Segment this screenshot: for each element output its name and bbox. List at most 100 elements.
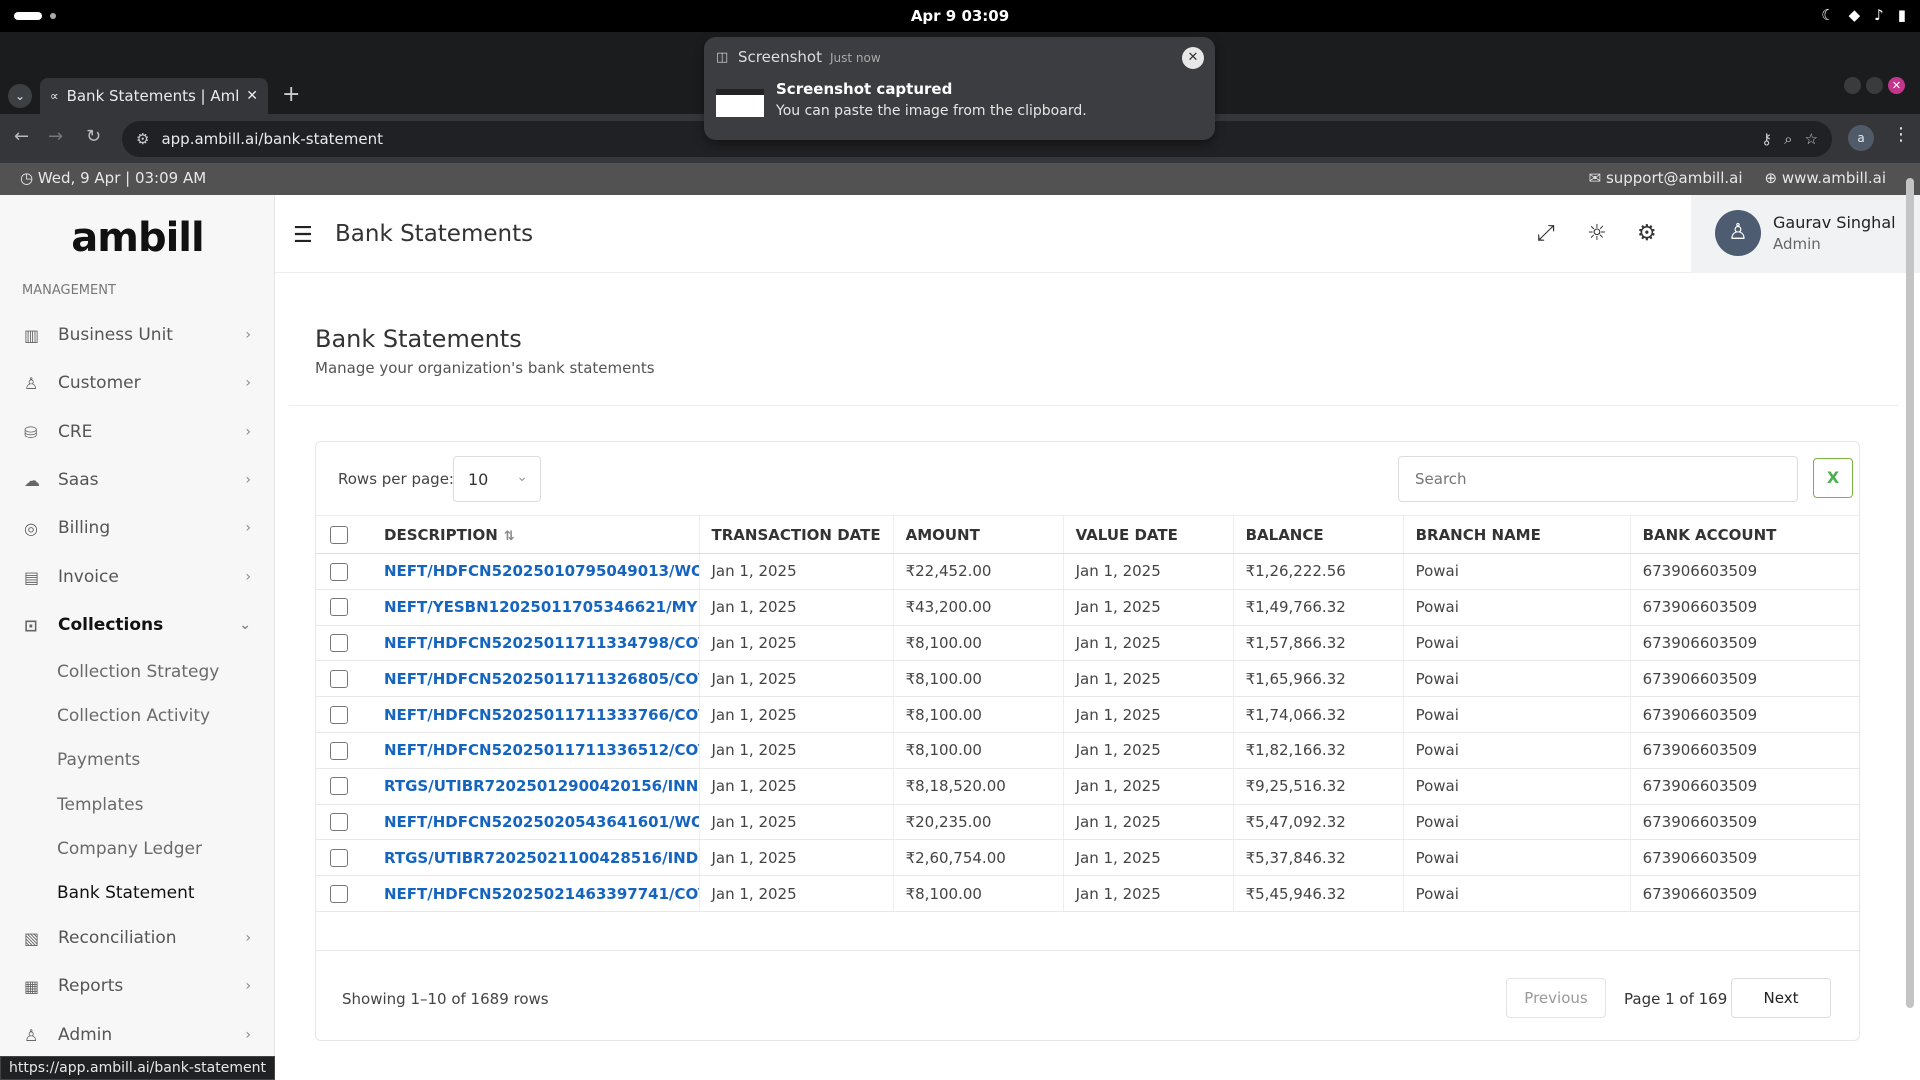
menu-toggle-icon[interactable]: ☰	[293, 223, 313, 248]
transaction-date-cell: Jan 1, 2025	[698, 696, 894, 733]
balance-cell: ₹1,74,066.32	[1232, 696, 1404, 733]
sidebar-sub-bank-statement[interactable]: Bank Statement	[57, 883, 195, 903]
sidebar-item-reports[interactable]: ▦ Reports ›	[0, 966, 275, 1006]
amount-cell: ₹22,452.00	[892, 553, 1064, 590]
row-checkbox[interactable]	[330, 634, 348, 653]
sidebar-item-business-unit[interactable]: ▥ Business Unit ›	[0, 315, 275, 355]
system-clock[interactable]: Apr 9 03:09	[0, 7, 1920, 25]
sidebar-item-invoice[interactable]: ▤ Invoice ›	[0, 557, 275, 597]
favicon-icon: ∝	[50, 89, 59, 103]
sidebar-sub-collection-strategy[interactable]: Collection Strategy	[57, 662, 219, 682]
sidebar-item-billing[interactable]: ◎ Billing ›	[0, 508, 275, 548]
user-menu[interactable]: ♙ Gaurav Singhal Admin	[1691, 195, 1920, 273]
admin-icon: ♙	[24, 1025, 39, 1045]
screenshot-notification[interactable]: ◫ Screenshot Just now ✕ Screenshot captur…	[704, 37, 1215, 140]
description-link[interactable]: NEFT/YESBN12025011705346621/MY BRANCI	[372, 589, 699, 626]
value-date-cell: Jan 1, 2025	[1062, 875, 1234, 912]
sidebar-item-saas[interactable]: ☁ Saas ›	[0, 460, 275, 500]
sidebar-item-customer[interactable]: ♙ Customer ›	[0, 363, 275, 403]
browser-menu-icon[interactable]: ⋮	[1892, 124, 1910, 145]
description-link[interactable]: NEFT/HDFCN52025011711334798/COVE OFFI	[372, 625, 699, 662]
system-tray[interactable]: ☾ ◆ ♪ ▮	[1821, 6, 1906, 24]
back-icon[interactable]: ←	[14, 126, 29, 147]
sort-icon[interactable]: ⇅	[504, 529, 515, 544]
page-scrollbar[interactable]	[1906, 178, 1914, 1008]
excel-export-icon[interactable]: X	[1813, 458, 1853, 498]
collections-icon: ⊡	[24, 615, 38, 635]
user-name: Gaurav Singhal	[1773, 213, 1896, 232]
column-header-description[interactable]: DESCRIPTION ⇅	[372, 515, 699, 554]
row-checkbox[interactable]	[330, 670, 348, 689]
sidebar-item-cre[interactable]: ⛁ CRE ›	[0, 412, 275, 452]
description-link[interactable]: RTGS/UTIBR72025021100428516/INDIQUBE S	[372, 839, 699, 877]
tab-search-button[interactable]: ⌄	[8, 84, 32, 108]
sidebar-item-admin[interactable]: ♙ Admin ›	[0, 1015, 275, 1055]
search-input[interactable]	[1398, 456, 1798, 502]
fullscreen-icon[interactable]: ⤢	[1537, 221, 1555, 246]
new-tab-button[interactable]: +	[282, 82, 300, 107]
sidebar-item-collections[interactable]: ⊡ Collections ⌄	[0, 605, 275, 645]
settings-gear-icon[interactable]: ⚙	[1637, 221, 1657, 246]
minimize-button[interactable]	[1844, 77, 1861, 94]
next-page-button[interactable]: Next	[1731, 978, 1831, 1018]
site-info-icon[interactable]: ⚙	[136, 130, 149, 148]
bookmark-star-icon[interactable]: ☆	[1805, 130, 1818, 148]
sidebar-item-reconciliation[interactable]: ▧ Reconciliation ›	[0, 918, 275, 958]
description-link[interactable]: NEFT/HDFCN52025011711326805/COVESTAY	[372, 660, 699, 698]
previous-page-button[interactable]: Previous	[1506, 978, 1606, 1018]
info-bar: ◷ Wed, 9 Apr | 03:09 AM ✉ support@ambill…	[0, 163, 1920, 195]
value-date-cell: Jan 1, 2025	[1062, 768, 1234, 805]
description-link[interactable]: NEFT/HDFCN52025010795049013/WORKLO	[372, 553, 699, 590]
support-email[interactable]: ✉ support@ambill.ai	[1589, 169, 1743, 187]
rows-per-page-select[interactable]: 10 ⌄	[453, 456, 541, 502]
bank-account-cell: 673906603509	[1629, 696, 1859, 733]
column-header-transaction-date: TRANSACTION DATE	[698, 515, 894, 554]
ambill-logo[interactable]: ambill	[0, 215, 275, 261]
row-checkbox[interactable]	[330, 562, 348, 581]
row-checkbox[interactable]	[330, 813, 348, 832]
value-date-cell: Jan 1, 2025	[1062, 839, 1234, 877]
description-link[interactable]: NEFT/HDFCN52025011711333766/COVE OFFI	[372, 696, 699, 733]
sidebar-sub-payments[interactable]: Payments	[57, 750, 140, 770]
row-checkbox[interactable]	[330, 777, 348, 796]
amount-cell: ₹43,200.00	[892, 589, 1064, 626]
page-title: Bank Statements	[315, 325, 522, 353]
row-checkbox[interactable]	[330, 705, 348, 724]
website-link[interactable]: ⊕ www.ambill.ai	[1764, 169, 1886, 187]
sidebar-sub-collection-activity[interactable]: Collection Activity	[57, 706, 210, 726]
close-window-button[interactable]: ✕	[1888, 77, 1905, 94]
row-checkbox[interactable]	[330, 741, 348, 760]
transaction-date-cell: Jan 1, 2025	[698, 804, 894, 841]
theme-toggle-icon[interactable]: ☼	[1587, 221, 1607, 246]
description-link[interactable]: NEFT/HDFCN52025011711336512/COVESTAYS	[372, 732, 699, 769]
bank-account-cell: 673906603509	[1629, 553, 1859, 590]
browser-tab[interactable]: ∝ Bank Statements | Ambill ✕	[40, 78, 268, 114]
amount-cell: ₹2,60,754.00	[892, 839, 1064, 877]
profile-avatar[interactable]: a	[1848, 125, 1874, 151]
app-header: ☰ Bank Statements ⤢ ☼ ⚙ ♙ Gaurav Singhal…	[275, 195, 1920, 273]
key-icon[interactable]: ⚷	[1761, 130, 1772, 148]
rows-per-page-label: Rows per page:	[338, 470, 454, 488]
description-link[interactable]: NEFT/HDFCN52025021463397741/COVE OFFI	[372, 875, 699, 912]
forward-icon[interactable]: →	[48, 126, 63, 147]
notification-close-icon[interactable]: ✕	[1182, 47, 1204, 69]
row-checkbox[interactable]	[330, 849, 348, 868]
info-datetime: ◷ Wed, 9 Apr | 03:09 AM	[20, 169, 207, 187]
notification-app-name: Screenshot	[738, 48, 822, 66]
tab-close-icon[interactable]: ✕	[246, 88, 258, 104]
description-link[interactable]: NEFT/HDFCN52025020543641601/WORKLO	[372, 804, 699, 841]
sidebar-sub-company-ledger[interactable]: Company Ledger	[57, 839, 202, 859]
description-link[interactable]: RTGS/UTIBR72025012900420156/INNOVENT	[372, 768, 699, 805]
reload-icon[interactable]: ↻	[86, 126, 101, 147]
datetime-text: Wed, 9 Apr | 03:09 AM	[37, 169, 207, 187]
row-checkbox[interactable]	[330, 598, 348, 617]
row-checkbox[interactable]	[330, 884, 348, 903]
maximize-button[interactable]	[1866, 77, 1883, 94]
select-all-checkbox[interactable]	[330, 525, 348, 544]
branch-name-cell: Powai	[1402, 696, 1631, 733]
sidebar-item-label: Collections	[58, 615, 164, 635]
column-header-bank-account: BANK ACCOUNT	[1629, 515, 1859, 554]
sidebar-sub-templates[interactable]: Templates	[57, 795, 143, 815]
zoom-icon[interactable]: ⌕	[1784, 130, 1792, 148]
sidebar-item-label: Reconciliation	[58, 928, 177, 948]
